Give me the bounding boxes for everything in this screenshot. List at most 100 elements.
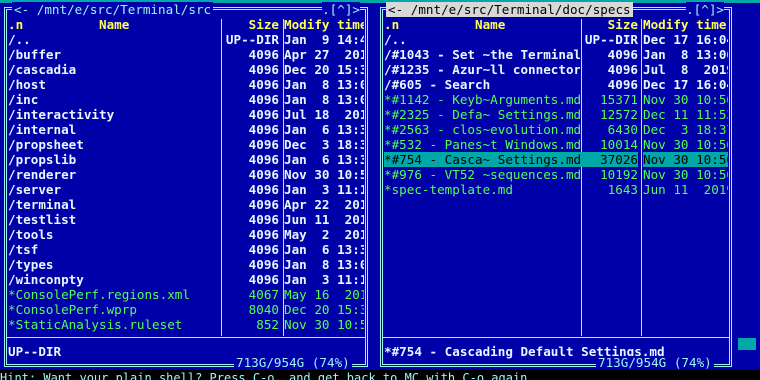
left-file-name: /terminal: [8, 197, 77, 212]
right-file-row[interactable]: /#1043 - Set ~the Terminal 4096 Jan 8 13:0…: [384, 47, 728, 62]
left-file-date: Jan 6 13:39: [284, 122, 364, 137]
left-file-row[interactable]: /internal 4096 Jan 6 13:39: [8, 122, 364, 137]
left-file-date: Dec 20 15:31: [284, 62, 364, 77]
left-file-row[interactable]: /inc 4096 Jan 8 13:06: [8, 92, 364, 107]
right-file-size: 4096: [607, 77, 638, 92]
left-file-row[interactable]: /buffer 4096 Apr 27 2018: [8, 47, 364, 62]
left-file-name: /renderer: [8, 167, 77, 182]
left-file-row[interactable]: /tsf 4096 Jan 6 13:39: [8, 242, 364, 257]
left-file-row[interactable]: *ConsolePerf.regions.xml 4067 May 16 2019: [8, 287, 364, 302]
right-file-row[interactable]: *#2325 - Defa~ Settings.md 12572 Dec 11 11…: [384, 107, 728, 122]
right-file-size: 1643: [607, 182, 638, 197]
right-header-date[interactable]: Modify time: [643, 17, 728, 32]
left-file-date: Jan 8 13:06: [284, 77, 364, 92]
left-file-size: 4096: [248, 182, 279, 197]
left-file-name: /interactivity: [8, 107, 115, 122]
right-file-name: /#1043 - Set ~the Terminal: [384, 47, 580, 62]
left-file-row[interactable]: /tools 4096 May 2 2019: [8, 227, 364, 242]
screen-scrollbar[interactable]: [738, 338, 756, 350]
right-file-date: Jun 11 2019: [643, 182, 728, 197]
right-file-row[interactable]: *#754 - Casca~ Settings.md 37026 Nov 30 10…: [384, 152, 728, 167]
right-file-row[interactable]: /#605 - Search 4096 Dec 17 16:04: [384, 77, 728, 92]
right-panel-path[interactable]: <- /mnt/e/src/Terminal/doc/specs: [386, 2, 633, 17]
right-file-date: Dec 17 16:04: [643, 32, 728, 47]
left-file-row[interactable]: /winconpty 4096 Jan 3 11:16: [8, 272, 364, 287]
left-file-row[interactable]: /cascadia 4096 Dec 20 15:31: [8, 62, 364, 77]
right-file-date: Dec 3 18:37: [643, 122, 728, 137]
right-file-row[interactable]: /#1235 - Azur~ll connector 4096 Jul 8 2019: [384, 62, 728, 77]
left-file-row[interactable]: *ConsolePerf.wprp 8040 Dec 20 15:31: [8, 302, 364, 317]
left-file-row[interactable]: /testlist 4096 Jun 11 2019: [8, 212, 364, 227]
left-file-name: *StaticAnalysis.ruleset: [8, 317, 183, 332]
right-file-date: Dec 11 11:53: [643, 107, 728, 122]
left-header-size[interactable]: Size: [220, 17, 279, 32]
left-file-size: 4096: [248, 77, 279, 92]
left-file-size: 4096: [248, 242, 279, 257]
left-file-row[interactable]: /host 4096 Jan 8 13:06: [8, 77, 364, 92]
left-file-date: Jan 3 11:16: [284, 182, 364, 197]
left-file-panel[interactable]: <- /mnt/e/src/Terminal/src .[^]> .n Name…: [0, 2, 370, 370]
right-file-panel[interactable]: <- /mnt/e/src/Terminal/doc/specs .[^]> .…: [376, 2, 734, 370]
right-file-name: *spec-template.md: [384, 182, 513, 197]
left-file-row[interactable]: /interactivity 4096 Jul 18 2018: [8, 107, 364, 122]
left-file-date: Nov 30 10:50: [284, 317, 364, 332]
left-file-name: /server: [8, 182, 62, 197]
left-file-date: Jan 9 14:45: [284, 32, 364, 47]
left-header-date[interactable]: Modify time: [284, 17, 364, 32]
left-file-name: *ConsolePerf.regions.xml: [8, 287, 190, 302]
right-file-size: 10192: [600, 167, 638, 182]
left-file-date: Apr 27 2018: [284, 47, 364, 62]
left-file-name: /propslib: [8, 152, 77, 167]
right-file-name: *#1142 - Keyb~Arguments.md: [384, 92, 580, 107]
left-file-size: 4067: [248, 287, 279, 302]
right-file-row[interactable]: *#976 - VT52 ~sequences.md 10192 Nov 30 10…: [384, 167, 728, 182]
left-column-headers: .n Name Size Modify time: [8, 17, 364, 32]
right-file-size: UP--DIR: [584, 32, 638, 47]
right-file-row[interactable]: /.. UP--DIR Dec 17 16:04: [384, 32, 728, 47]
right-header-name[interactable]: .n Name: [384, 17, 580, 32]
right-free-space: 713G/954G (74%): [596, 355, 714, 370]
left-file-row[interactable]: /renderer 4096 Nov 30 10:50: [8, 167, 364, 182]
left-file-row[interactable]: /types 4096 Jan 8 13:06: [8, 257, 364, 272]
left-file-size: UP--DIR: [225, 32, 279, 47]
left-panel-corner-controls[interactable]: .[^]>: [322, 2, 360, 17]
left-file-date: Jan 6 13:39: [284, 152, 364, 167]
left-file-row[interactable]: /terminal 4096 Apr 22 2019: [8, 197, 364, 212]
right-header-size[interactable]: Size: [580, 17, 638, 32]
left-file-date: Apr 22 2019: [284, 197, 364, 212]
left-file-date: Dec 3 18:37: [284, 137, 364, 152]
right-file-name: *#2563 - clos~evolution.md: [384, 122, 580, 137]
right-file-row[interactable]: *#1142 - Keyb~Arguments.md 15371 Nov 30 10…: [384, 92, 728, 107]
right-file-size: 15371: [600, 92, 638, 107]
left-file-date: May 2 2019: [284, 227, 364, 242]
left-file-name: /testlist: [8, 212, 77, 227]
left-file-row[interactable]: /propslib 4096 Jan 6 13:39: [8, 152, 364, 167]
right-file-row[interactable]: *#532 - Panes~t Windows.md 10014 Nov 30 10…: [384, 137, 728, 152]
left-file-date: Jan 8 13:06: [284, 257, 364, 272]
left-file-size: 4096: [248, 167, 279, 182]
left-file-row[interactable]: /.. UP--DIR Jan 9 14:45: [8, 32, 364, 47]
left-file-date: Jan 8 13:06: [284, 92, 364, 107]
right-panel-corner-controls[interactable]: .[^]>: [686, 2, 724, 17]
right-file-size: 12572: [600, 107, 638, 122]
right-file-size: 4096: [607, 62, 638, 77]
left-panel-path[interactable]: <- /mnt/e/src/Terminal/src: [12, 2, 214, 17]
right-file-date: Nov 30 10:50: [643, 92, 728, 107]
left-file-name: /buffer: [8, 47, 62, 62]
right-file-row[interactable]: *#2563 - clos~evolution.md 6430 Dec 3 18:3…: [384, 122, 728, 137]
left-file-row[interactable]: *StaticAnalysis.ruleset 852 Nov 30 10:50: [8, 317, 364, 332]
left-file-size: 4096: [248, 227, 279, 242]
left-file-date: Jul 18 2018: [284, 107, 364, 122]
right-file-date: Jan 8 13:06: [643, 47, 728, 62]
left-file-row[interactable]: /propsheet 4096 Dec 3 18:37: [8, 137, 364, 152]
right-file-date: Nov 30 10:50: [643, 167, 728, 182]
left-file-size: 852: [256, 317, 279, 332]
left-header-name[interactable]: .n Name: [8, 17, 220, 32]
right-file-size: 10014: [600, 137, 638, 152]
right-file-row[interactable]: *spec-template.md 1643 Jun 11 2019: [384, 182, 728, 197]
left-file-row[interactable]: /server 4096 Jan 3 11:16: [8, 182, 364, 197]
right-file-date: Nov 30 10:50: [643, 137, 728, 152]
left-file-name: /types: [8, 257, 54, 272]
right-file-name: *#2325 - Defa~ Settings.md: [384, 107, 580, 122]
hint-bar: Hint: Want your plain shell? Press C-o, …: [0, 370, 760, 380]
